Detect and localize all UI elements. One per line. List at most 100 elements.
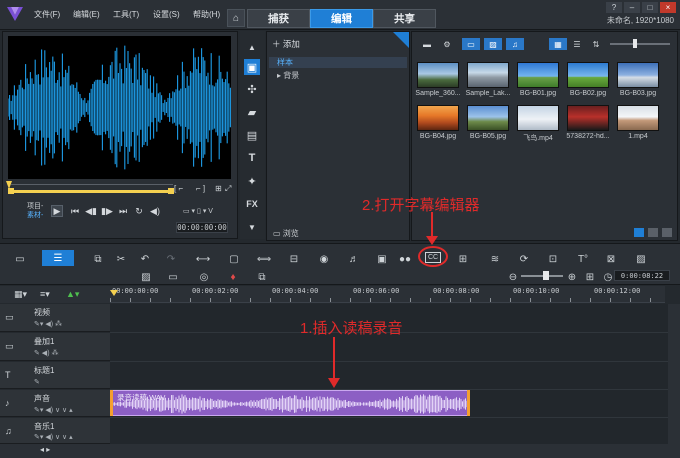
clip-trim-left[interactable] <box>110 390 113 416</box>
timeline-zoom-slider[interactable] <box>521 275 563 277</box>
menu-file[interactable]: 文件(F) <box>34 9 60 20</box>
chapter-icon[interactable]: ≡▾ <box>40 289 50 300</box>
timeline-timecode[interactable]: 0:00:08:22 <box>614 270 670 281</box>
home-icon[interactable]: ⏮ <box>69 205 81 217</box>
audio-clip[interactable]: 录音读稿.WAV <box>112 390 469 416</box>
mark-in-icon[interactable]: [ ⌐ <box>174 184 183 193</box>
timeline-zoom-knob[interactable] <box>543 271 549 280</box>
panel-corner-icon[interactable] <box>393 32 409 48</box>
timeline-playhead[interactable] <box>110 290 118 296</box>
fx-icon[interactable]: FX <box>244 196 260 212</box>
tab-edit[interactable]: 编辑 <box>310 9 373 28</box>
undo-icon[interactable]: ↶ <box>137 252 153 266</box>
trim-icon[interactable]: ⊟ <box>286 252 302 266</box>
panel-option-icon[interactable] <box>662 228 672 237</box>
media-thumb[interactable] <box>617 62 659 88</box>
zoom-out-icon[interactable]: ⊖ <box>505 270 521 284</box>
painting-icon[interactable]: ▨ <box>633 252 649 266</box>
panel-option-icon[interactable] <box>634 228 644 237</box>
timeline-vertical-scrollbar[interactable] <box>668 304 680 444</box>
media-thumb[interactable] <box>567 105 609 131</box>
track-controls[interactable]: ✎▾ ◀) ∨ ∨ ▴ <box>34 406 73 414</box>
track-header-voice[interactable]: ♪ 声音 ✎▾ ◀) ∨ ∨ ▴ <box>0 390 110 417</box>
split-icon[interactable]: ⟺ <box>256 252 272 266</box>
thumbnail-size-slider[interactable] <box>610 43 670 45</box>
transition-icon[interactable]: ▰ <box>244 104 260 120</box>
mask-icon[interactable]: ●● <box>397 252 413 266</box>
scroll-up-icon[interactable]: ▲ <box>244 39 260 55</box>
close-icon[interactable]: × <box>660 2 676 13</box>
prev-frame-icon[interactable]: ◀▮ <box>85 205 97 217</box>
media-thumb[interactable] <box>517 62 559 88</box>
media-thumb[interactable] <box>617 105 659 131</box>
track-header-overlay[interactable]: ▭ 叠加1 ✎ ◀) ⁂ <box>0 333 110 361</box>
timeline-view-icon[interactable]: ☰ <box>42 250 74 266</box>
media-thumb[interactable] <box>417 105 459 131</box>
mask-creator-icon[interactable]: ⊠ <box>603 252 619 266</box>
media-thumb[interactable] <box>467 62 509 88</box>
list-view-icon[interactable]: ☰ <box>568 38 586 50</box>
media-thumb[interactable] <box>417 62 459 88</box>
track-controls[interactable]: ✎ <box>34 378 40 386</box>
next-frame-icon[interactable]: ▮▶ <box>101 205 113 217</box>
track-manager-icon[interactable]: ▦▾ <box>14 289 27 300</box>
home-tab[interactable]: ⌂ <box>227 9 245 27</box>
scroll-left-icon[interactable]: ◂ ▸ <box>40 445 50 454</box>
scroll-down-icon[interactable]: ▼ <box>244 219 260 235</box>
text-to-speech-icon[interactable]: T° <box>575 252 591 266</box>
storyboard-view-icon[interactable]: ▭ <box>12 252 28 266</box>
folder-item-background[interactable]: ▸ 背景 <box>277 70 299 81</box>
maximize-icon[interactable]: □ <box>642 2 658 13</box>
menu-tools[interactable]: 工具(T) <box>113 9 139 20</box>
redo-icon[interactable]: ↷ <box>163 252 179 266</box>
overlay-icon[interactable]: ⧉ <box>254 270 270 284</box>
track-header-title[interactable]: T 标题1 ✎ <box>0 362 110 389</box>
audio-mixer-icon[interactable]: ♬ <box>346 252 362 266</box>
timeline-ruler[interactable]: 00:00:00:00 00:00:02:00 00:00:04:00 00:0… <box>110 286 665 303</box>
menu-settings[interactable]: 设置(S) <box>153 9 180 20</box>
settings-icon[interactable]: ⚙ <box>438 38 456 50</box>
speed-icon[interactable]: ≋ <box>487 252 503 266</box>
menu-help[interactable]: 帮助(H) <box>193 9 220 20</box>
trim-bar[interactable] <box>11 190 173 193</box>
help-icon[interactable]: ? <box>606 2 622 13</box>
panel-option-icon[interactable] <box>648 228 658 237</box>
folder-item-sample[interactable]: 样本 <box>269 57 407 68</box>
thumbnail-view-icon[interactable]: ▦ <box>549 38 567 50</box>
template-icon[interactable]: ▤ <box>244 127 260 143</box>
enlarge-icon[interactable]: ⤢ <box>225 184 231 194</box>
show-video-icon[interactable]: ▭ <box>462 38 480 50</box>
instant-project-icon[interactable]: ✣ <box>244 81 260 97</box>
menu-edit[interactable]: 编辑(E) <box>73 9 100 20</box>
import-folder-icon[interactable]: ▬ <box>418 38 436 50</box>
tab-capture[interactable]: 捕获 <box>247 9 310 28</box>
add-track-icon[interactable]: ▲▾ <box>66 289 79 300</box>
sort-icon[interactable]: ⇅ <box>587 38 605 50</box>
tools-icon[interactable]: ✂ <box>113 252 129 266</box>
repeat-icon[interactable]: ↻ <box>133 205 145 217</box>
media-library-icon[interactable]: ▣ <box>244 59 260 75</box>
graphics-icon[interactable]: ✦ <box>244 173 260 189</box>
zoom-in-icon[interactable]: ⊕ <box>564 270 580 284</box>
media-thumb[interactable] <box>467 105 509 131</box>
microphone-icon[interactable]: ♦ <box>225 270 241 284</box>
track-controls[interactable]: ✎▾ ◀) ⁂ <box>34 320 62 328</box>
add-folder-button[interactable]: ＋ 添加 <box>272 38 300 50</box>
sound-icon[interactable]: ◎ <box>196 270 212 284</box>
record-voice-icon[interactable]: ◉ <box>316 252 332 266</box>
track-controls[interactable]: ✎▾ ◀) ∨ ∨ ▴ <box>34 433 73 441</box>
aspect-ratio-icon[interactable]: ▭ ▾ ▯ ▾ V <box>183 207 213 215</box>
split-clip-icon[interactable]: ⊞ <box>215 184 222 193</box>
fit-project-icon[interactable]: ⊞ <box>582 270 598 284</box>
browse-button[interactable]: ▭ 浏览 <box>273 228 299 239</box>
auto-music-icon[interactable]: ▨ <box>138 270 154 284</box>
show-audio-icon[interactable]: ♫ <box>506 38 524 50</box>
pan-zoom-icon[interactable]: ⊡ <box>545 252 561 266</box>
multi-camera-icon[interactable]: ⊞ <box>455 252 471 266</box>
thumbnail-size-knob[interactable] <box>633 39 637 48</box>
volume-icon[interactable]: ◀) <box>149 205 161 217</box>
mark-out-icon[interactable]: ⌐ ] <box>196 184 205 193</box>
media-thumb[interactable] <box>567 62 609 88</box>
morph-icon[interactable]: ⟳ <box>516 252 532 266</box>
title-icon[interactable]: T <box>244 150 260 166</box>
